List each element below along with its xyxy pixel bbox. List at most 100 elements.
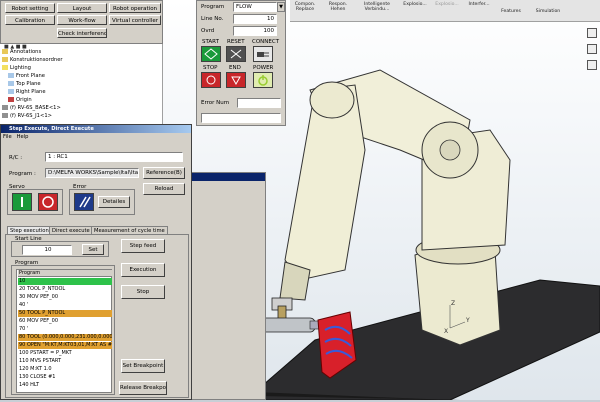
- set-breakpoint-button[interactable]: Set Breakpoint: [121, 359, 165, 373]
- servo-off-button[interactable]: [38, 193, 58, 211]
- servo-on-icon: [21, 197, 23, 207]
- tab-direct-execute[interactable]: Direct execute: [49, 226, 93, 234]
- robot-setting-button[interactable]: Robot setting: [5, 3, 55, 13]
- program-line[interactable]: 40 ': [18, 302, 112, 309]
- program-line[interactable]: 60 MOV PEF_00: [18, 318, 112, 325]
- program-select[interactable]: FLOW: [233, 2, 277, 12]
- reset-button[interactable]: [226, 46, 246, 62]
- connect-label: CONNECT: [252, 39, 280, 45]
- stop-execution-button[interactable]: Stop: [121, 285, 165, 299]
- program-line[interactable]: 10: [18, 278, 112, 285]
- program-label: Program: [201, 4, 225, 10]
- cad-toolbar: Compon. Replace Respon. Hehen Intelligen…: [290, 0, 600, 22]
- toolbar-item[interactable]: Explosio...: [432, 2, 462, 7]
- step-execute-window: Step Execute, Direct Execute File Help R…: [0, 124, 192, 400]
- start-line-field[interactable]: 10: [22, 245, 72, 255]
- line-no-field[interactable]: 10: [233, 14, 277, 24]
- tree-item[interactable]: (f) RV-6S_J1<1>: [2, 112, 52, 120]
- stop-label: STOP: [203, 65, 218, 71]
- ovrd-field[interactable]: 100: [233, 26, 277, 36]
- axis-y-label: Y: [465, 317, 470, 324]
- chevron-down-icon[interactable]: ▼: [277, 2, 285, 12]
- connect-button[interactable]: [253, 46, 273, 62]
- error-reset-button[interactable]: [74, 193, 94, 211]
- toolbar-item[interactable]: Intelligente Verbindu...: [356, 2, 398, 12]
- toolbar-item[interactable]: Respon. Hehen: [322, 2, 354, 12]
- work-flow-button[interactable]: Work-flow: [57, 15, 107, 25]
- background-dialog: [186, 172, 266, 400]
- program-line[interactable]: 50 TOOL P_NTOOL: [18, 310, 112, 317]
- axis-x-label: X: [444, 328, 448, 335]
- step-feed-button[interactable]: Step feed: [121, 239, 165, 253]
- program-line[interactable]: 110 MVS PSTART: [18, 358, 112, 365]
- program-line[interactable]: 30 MOV PEF_00: [18, 294, 112, 301]
- error-reset-icon: [79, 196, 91, 208]
- end-button[interactable]: [226, 72, 246, 88]
- tree-item[interactable]: Lighting: [2, 64, 31, 72]
- toolbar-item[interactable]: Explosio...: [400, 2, 430, 7]
- error-num-label: Error Num: [201, 100, 230, 106]
- power-button[interactable]: [253, 72, 273, 88]
- calibration-button[interactable]: Calibration: [5, 15, 55, 25]
- servo-on-button[interactable]: [12, 193, 32, 211]
- program-line[interactable]: 120 M:KT 1.0: [18, 366, 112, 373]
- menu-file[interactable]: File: [3, 134, 12, 140]
- start-button[interactable]: [201, 46, 221, 62]
- tree-item[interactable]: (f) RV-6S_BASE<1>: [2, 104, 61, 112]
- reset-icon: [230, 49, 242, 59]
- plane-icon: [8, 73, 14, 78]
- program-line[interactable]: 100 PSTART = P_MKT: [18, 350, 112, 357]
- program-line[interactable]: 90 OPEN "M:KT,M:KT03,01,M:KT AS #1": [18, 342, 112, 349]
- tree-item[interactable]: Top Plane: [8, 80, 41, 88]
- execution-button[interactable]: Execution: [121, 263, 165, 277]
- line-no-label: Line No.: [201, 16, 224, 22]
- pan-icon[interactable]: [587, 60, 597, 70]
- tree-item[interactable]: Right Plane: [8, 88, 46, 96]
- program-line[interactable]: 130 CLOSE #1: [18, 374, 112, 381]
- tab-step-execution[interactable]: Step execution: [7, 226, 52, 234]
- error-message-field[interactable]: [201, 113, 281, 123]
- program-listing[interactable]: Program 10 20 TOOL P_NTOOL 30 MOV PEF_00 40…: [16, 269, 112, 393]
- servo-off-icon: [42, 196, 54, 208]
- zoom-icon[interactable]: [587, 28, 597, 38]
- plane-icon: [8, 89, 14, 94]
- tab-measurement-cycle-time[interactable]: Measurement of cycle time: [91, 226, 168, 234]
- program-line[interactable]: 70 ': [18, 326, 112, 333]
- rc-select[interactable]: 1 : RC1: [45, 152, 183, 162]
- program-path-field[interactable]: D:\MELFA WORKS\Sample\Ital\Ital: [45, 168, 139, 178]
- features-menu[interactable]: Features: [496, 9, 526, 14]
- program-line[interactable]: 20 TOOL P_NTOOL: [18, 286, 112, 293]
- start-label: START: [202, 39, 219, 45]
- release-breakpoint-button[interactable]: Release Breakpoint: [119, 381, 167, 395]
- end-label: END: [229, 65, 241, 71]
- start-icon: [204, 48, 218, 60]
- toolbar-item[interactable]: Compon. Replace: [290, 2, 320, 12]
- menu-help[interactable]: Help: [17, 134, 29, 140]
- layout-button[interactable]: Layout: [57, 3, 107, 13]
- reload-button[interactable]: Reload: [143, 183, 185, 195]
- power-label: POWER: [253, 65, 274, 71]
- check-interference-button[interactable]: Check interference: [57, 28, 107, 38]
- background-dialog-titlebar: [187, 173, 265, 181]
- stop-button[interactable]: [201, 72, 221, 88]
- rotate-icon[interactable]: [587, 44, 597, 54]
- error-num-field[interactable]: [237, 98, 281, 108]
- program-path-label: Program :: [9, 171, 36, 177]
- tree-item[interactable]: Front Plane: [8, 72, 45, 80]
- simulation-menu[interactable]: Simulation: [530, 9, 566, 14]
- robot-control-panel: Program FLOW ▼ Line No. 10 Ovrd 100 STAR…: [196, 0, 286, 126]
- melfa-function-panel: Robot setting Layout Robot operation Cal…: [0, 0, 163, 44]
- tree-item[interactable]: Konstruktionsordner: [2, 56, 63, 64]
- tree-item[interactable]: Origin: [8, 96, 32, 104]
- detailed-button[interactable]: Detailes: [98, 196, 130, 208]
- reference-button[interactable]: Reference(B): [143, 167, 185, 179]
- toolbar-item[interactable]: Interfer...: [464, 2, 494, 7]
- program-line[interactable]: 80 TOOL (0.000,0.000,231.000,0.000,0.000…: [18, 334, 112, 341]
- robot-operation-button[interactable]: Robot operation: [109, 3, 161, 13]
- program-line[interactable]: 140 HLT: [18, 382, 112, 389]
- part-icon: [2, 105, 8, 110]
- part-icon: [2, 113, 8, 118]
- set-button[interactable]: Set: [82, 244, 104, 255]
- tree-item[interactable]: Annotations: [2, 48, 41, 56]
- virtual-controller-button[interactable]: Virtual controller: [109, 15, 161, 25]
